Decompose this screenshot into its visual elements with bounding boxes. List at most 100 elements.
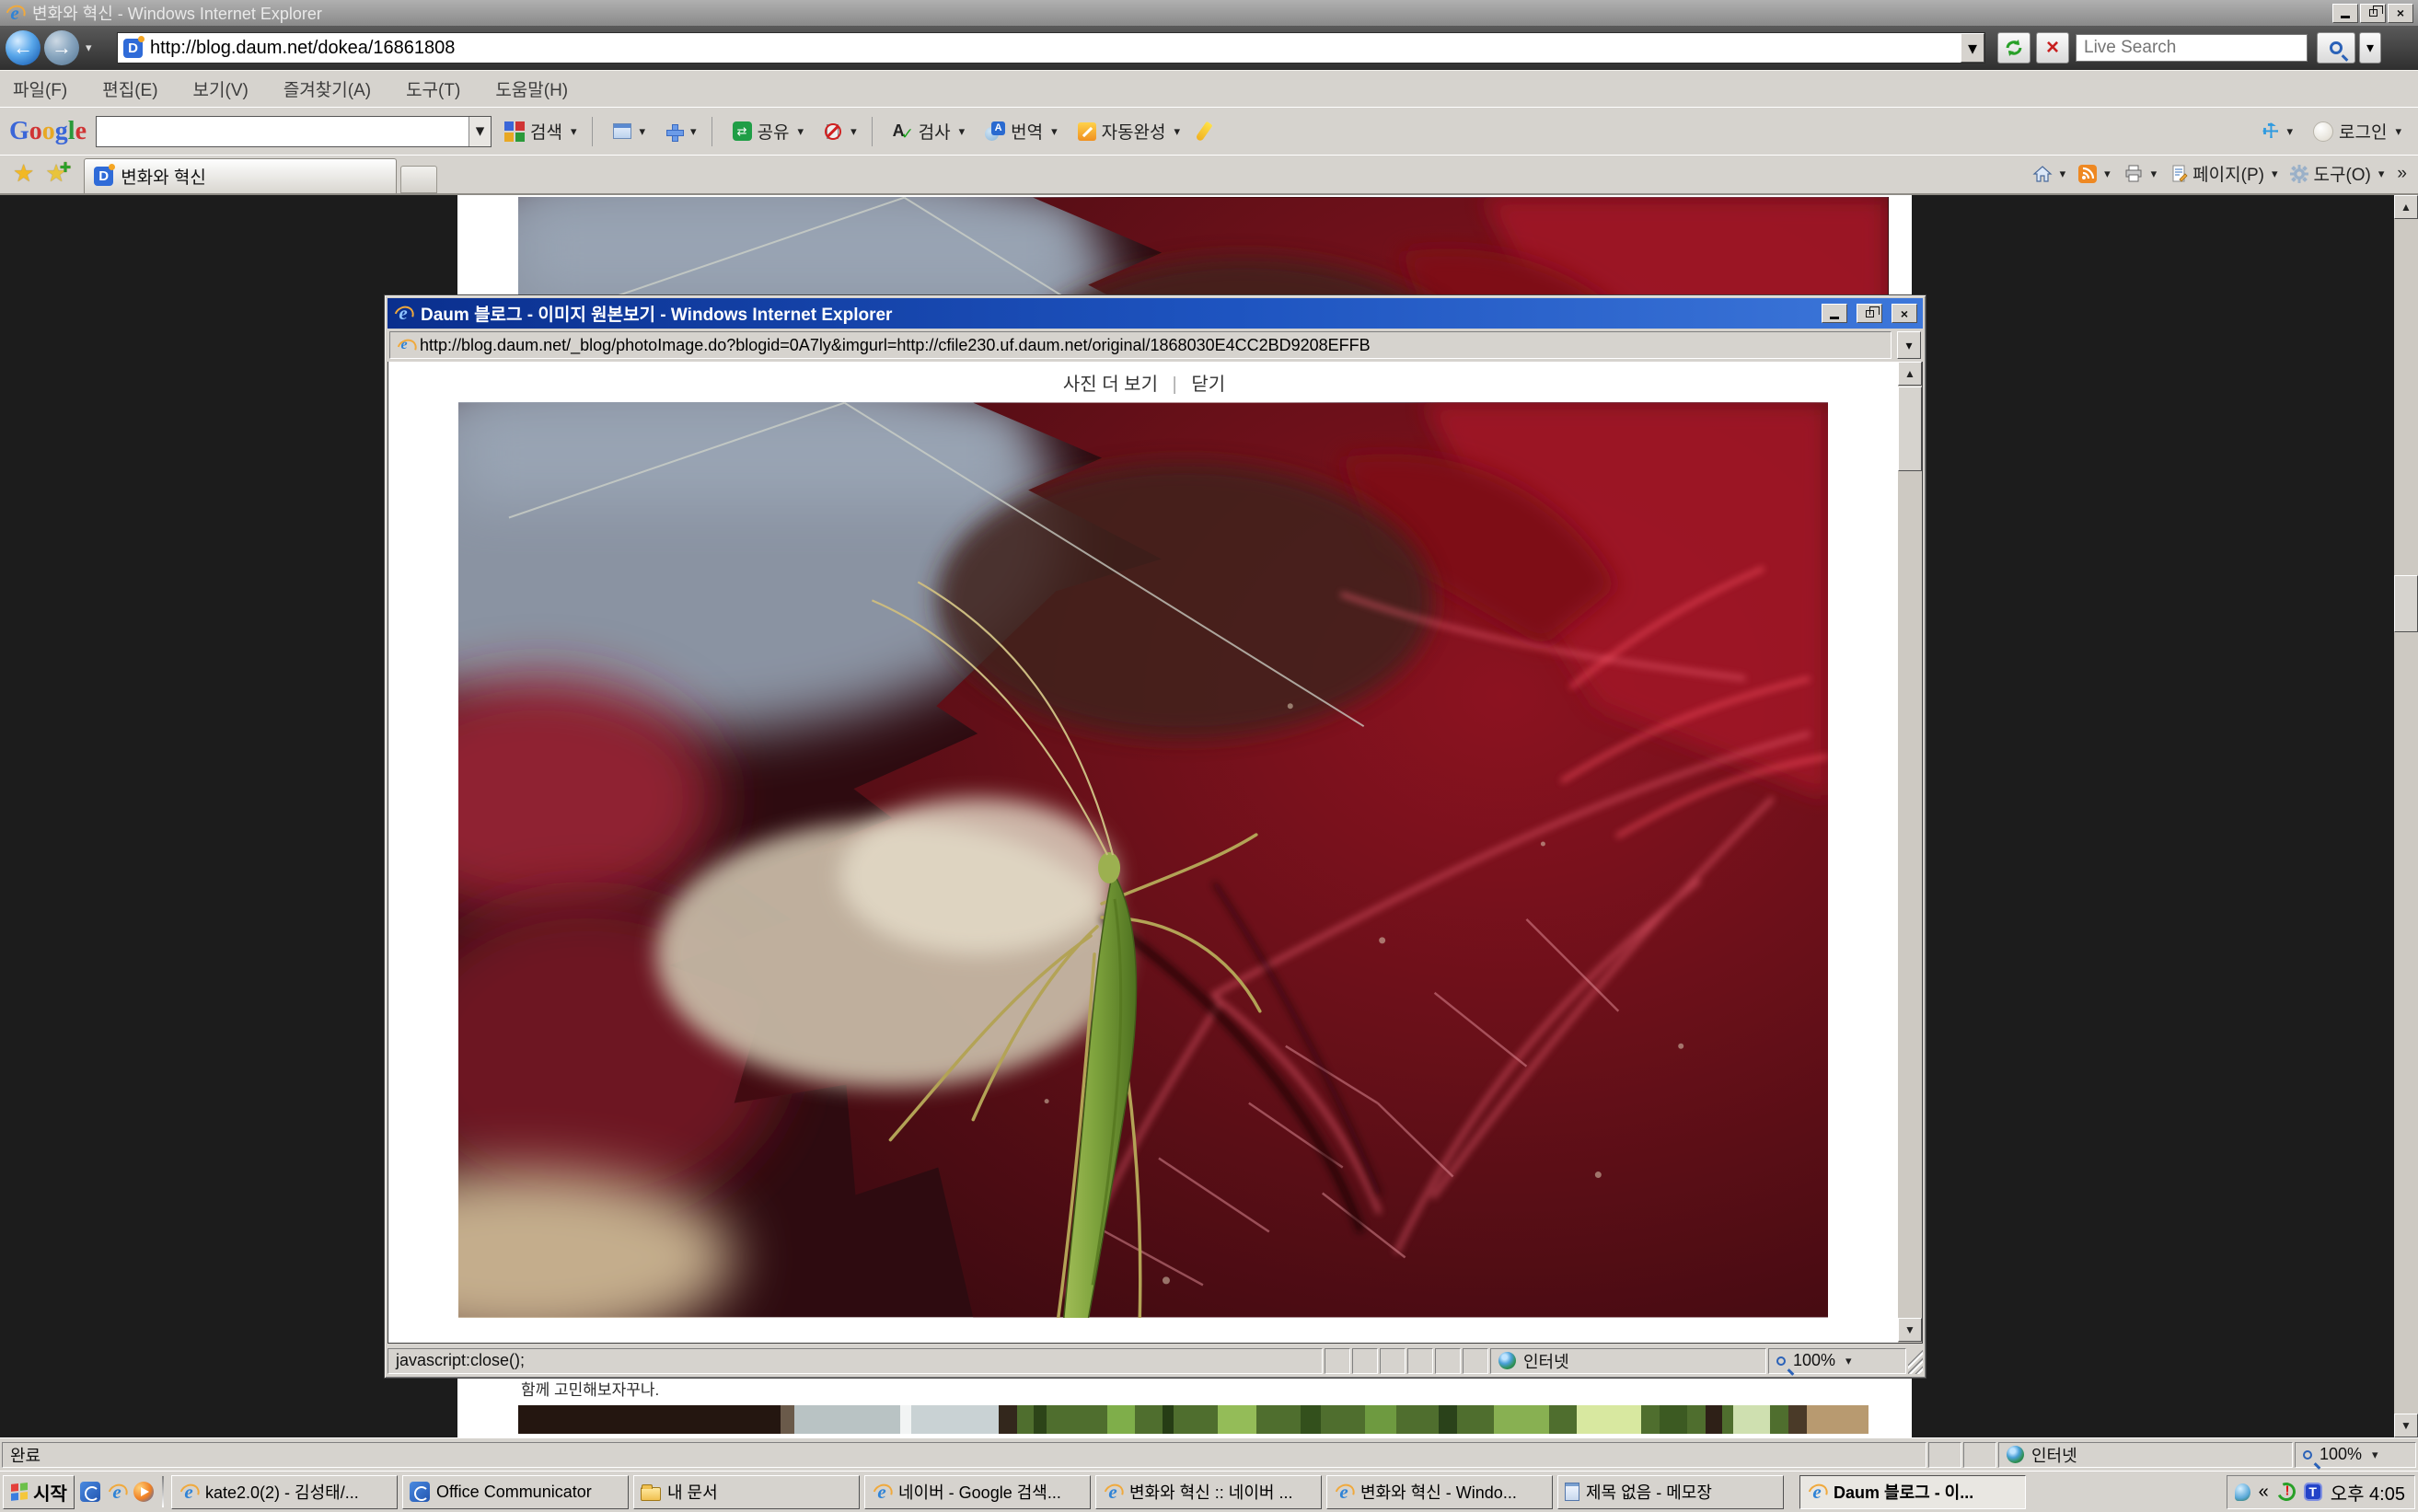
add-favorite-button[interactable]: ★✚ [45,159,71,188]
rss-icon [2078,165,2097,183]
translate-button[interactable]: 번역 [978,115,1065,147]
forward-button[interactable]: → [44,30,79,65]
add-button[interactable] [658,120,704,144]
popup-statusbar: javascript:close(); 인터넷 100% [388,1344,1923,1375]
menu-help[interactable]: 도움말(H) [495,76,568,101]
scroll-down-button[interactable]: ▼ [2394,1414,2418,1437]
taskbar-separator [162,1476,164,1507]
share-button[interactable]: ⇄ 공유 [725,115,812,147]
highlighter-icon [1195,121,1212,142]
quicklaunch-communicator-icon[interactable] [79,1481,101,1503]
address-bar[interactable]: D http://blog.daum.net/dokea/16861808 ▾ [117,32,1985,63]
more-commands-button[interactable]: » [2393,162,2411,186]
main-window-title: 변화와 혁신 - Windows Internet Explorer [32,1,2331,25]
menu-favorites[interactable]: 즐겨찾기(A) [283,76,371,101]
address-text: http://blog.daum.net/dokea/16861808 [150,38,455,59]
tray-balloon-icon[interactable] [2235,1483,2250,1501]
menu-edit[interactable]: 편집(E) [102,76,157,101]
ie-icon: e [1103,1482,1123,1502]
google-search-box[interactable]: ▾ [96,116,492,147]
quicklaunch-ie-icon[interactable]: e [106,1481,128,1503]
close-link[interactable]: 닫기 [1191,375,1225,395]
popup-minimize-button[interactable] [1822,304,1847,323]
task-change-innovation-windows[interactable]: e변화와 혁신 - Windo... [1326,1475,1553,1509]
popup-address-dropdown[interactable]: ▾ [1897,331,1921,359]
google-search-button[interactable]: 검색 [497,115,584,147]
share-icon: ⇄ [733,121,752,141]
close-button[interactable]: × [2388,4,2413,23]
search-icon [2330,41,2343,54]
more-photos-link[interactable]: 사진 더 보기 [1063,375,1158,395]
search-go-button[interactable] [2317,32,2355,63]
print-button[interactable] [2120,163,2161,185]
task-daum-blog-active[interactable]: eDaum 블로그 - 이... [1799,1475,2026,1509]
menu-view[interactable]: 보기(V) [193,76,249,101]
login-button[interactable]: 로그인 [2306,115,2409,147]
start-button[interactable]: 시작 [3,1475,75,1509]
home-button[interactable] [2029,163,2070,185]
popup-content: 사진 더 보기 | 닫기 [388,362,1923,1344]
communicator-icon [410,1482,430,1502]
translate-icon [985,121,1005,142]
task-office-communicator[interactable]: Office Communicator [402,1475,629,1509]
popup-scrollbar[interactable]: ▲ ▼ [1898,362,1922,1343]
task-notepad[interactable]: 제목 없음 - 메모장 [1557,1475,1784,1509]
ie-icon: e [179,1482,199,1502]
popup-blocker-button[interactable] [816,119,864,144]
zoom-control[interactable]: 100% [2295,1442,2416,1468]
task-naver-google-search[interactable]: e네이버 - Google 검색... [864,1475,1091,1509]
page-menu-button[interactable]: 페이지(P) [2166,159,2281,188]
scroll-thumb[interactable] [2394,575,2418,632]
popup-scroll-thumb[interactable] [1898,387,1922,471]
status-text: 완료 [2,1442,1926,1468]
menu-tools[interactable]: 도구(T) [406,76,460,101]
new-tab-button[interactable] [400,166,437,193]
favorites-center-button[interactable]: ★ [13,159,34,188]
search-options-dropdown[interactable]: ▾ [2359,32,2381,63]
popup-address-field[interactable]: e http://blog.daum.net/_blog/photoImage.… [389,331,1892,359]
restore-button[interactable] [2360,4,2386,23]
main-scrollbar[interactable]: ▲ ▼ [2394,195,2418,1437]
plus-icon: ✚ [60,160,72,176]
minimize-button[interactable] [2332,4,2358,23]
live-search-input[interactable] [2077,35,2307,61]
tray-collapse-button[interactable]: « [2259,1482,2269,1503]
tools-menu-button[interactable]: 도구(O) [2286,159,2388,188]
tray-t-icon[interactable]: T [2304,1483,2322,1501]
popup-scroll-up-button[interactable]: ▲ [1898,362,1922,386]
clock: 오후 4:05 [2331,1479,2405,1506]
feeds-button[interactable] [2075,163,2114,185]
stop-button[interactable]: × [2036,32,2069,63]
bookmarks-button[interactable] [606,120,654,143]
browser-viewport: ? [0,195,2418,1437]
task-change-innovation-naver[interactable]: e변화와 혁신 :: 네이버 ... [1095,1475,1322,1509]
task-kate[interactable]: ekate2.0(2) - 김성태/... [171,1475,398,1509]
toolbar-settings-button[interactable]: ⚒ [2255,116,2300,146]
refresh-icon [2004,38,2024,58]
notepad-icon [1565,1483,1579,1501]
page-photo-bottom-strip [518,1405,1868,1434]
tab-active[interactable]: D 변화와 혁신 [84,158,397,193]
resize-grip[interactable] [1908,1348,1923,1374]
task-my-documents[interactable]: 내 문서 [633,1475,860,1509]
autofill-button[interactable]: 자동완성 [1070,115,1187,147]
spellcheck-button[interactable]: A 검사 [885,115,973,147]
tray-sync-icon[interactable] [2274,1480,2298,1504]
google-search-input[interactable] [97,117,469,146]
popup-zoom-control[interactable]: 100% [1768,1348,1906,1374]
menu-file[interactable]: 파일(F) [13,76,67,101]
scroll-up-button[interactable]: ▲ [2394,195,2418,219]
quicklaunch-media-player-icon[interactable] [133,1481,155,1503]
google-search-dropdown[interactable]: ▾ [469,117,491,146]
address-dropdown[interactable]: ▾ [1961,33,1984,63]
ie-icon: e [1807,1482,1827,1502]
live-search-box[interactable] [2076,34,2308,62]
history-dropdown[interactable] [83,40,92,56]
popup-close-button[interactable]: × [1892,304,1917,323]
popup-maximize-button[interactable] [1857,304,1882,323]
zoom-icon [2303,1450,2312,1460]
highlight-button[interactable] [1193,118,1215,145]
refresh-button[interactable] [1997,32,2030,63]
popup-scroll-down-button[interactable]: ▼ [1898,1318,1922,1342]
back-button[interactable]: ← [6,30,40,65]
